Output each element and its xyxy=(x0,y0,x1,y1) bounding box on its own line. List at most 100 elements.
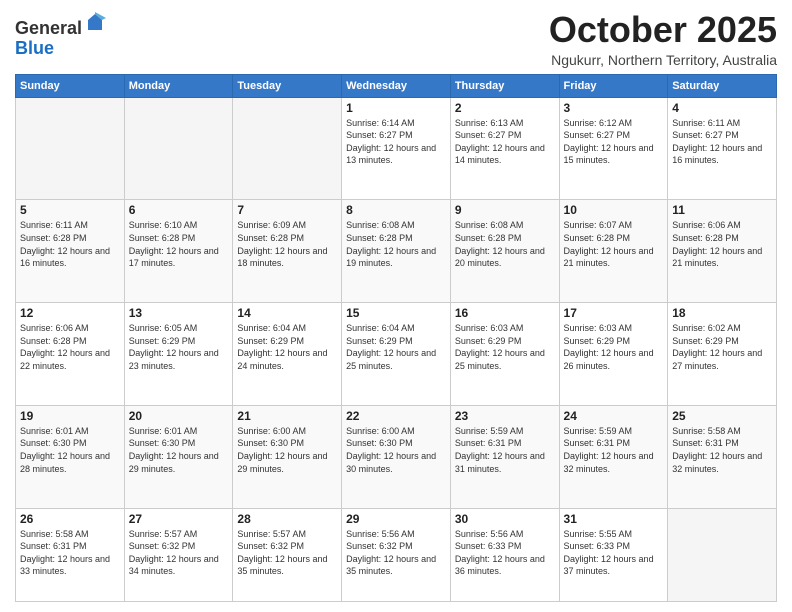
calendar-cell: 1 Sunrise: 6:14 AM Sunset: 6:27 PM Daylig… xyxy=(342,97,451,200)
weekday-header-thursday: Thursday xyxy=(450,74,559,97)
day-info: Sunrise: 6:07 AM Sunset: 6:28 PM Dayligh… xyxy=(564,219,664,269)
calendar-cell: 25Sunrise: 5:58 AM Sunset: 6:31 PM Dayli… xyxy=(668,405,777,508)
day-info: Sunrise: 5:55 AM Sunset: 6:33 PM Dayligh… xyxy=(564,528,664,578)
calendar-cell: 20 Sunrise: 6:01 AM Sunset: 6:30 PM Dayli… xyxy=(124,405,233,508)
day-info: Sunrise: 6:06 AM Sunset: 6:28 PM Dayligh… xyxy=(20,322,120,372)
day-number: 15 xyxy=(346,306,446,320)
day-number: 19 xyxy=(20,409,120,423)
day-info: Sunrise: 6:05 AM Sunset: 6:29 PM Dayligh… xyxy=(129,322,229,372)
day-number: 18 xyxy=(672,306,772,320)
day-number: 2 xyxy=(455,101,555,115)
weekday-header-tuesday: Tuesday xyxy=(233,74,342,97)
calendar-cell: 12 Sunrise: 6:06 AM Sunset: 6:28 PM Dayli… xyxy=(16,303,125,406)
day-number: 31 xyxy=(564,512,664,526)
day-info: Sunrise: 5:58 AM Sunset: 6:31 PM Dayligh… xyxy=(20,528,120,578)
day-info: Sunrise: 5:56 AM Sunset: 6:32 PM Dayligh… xyxy=(346,528,446,578)
calendar-cell: 6 Sunrise: 6:10 AM Sunset: 6:28 PM Daylig… xyxy=(124,200,233,303)
calendar-cell: 30 Sunrise: 5:56 AM Sunset: 6:33 PM Dayli… xyxy=(450,508,559,601)
month-title: October 2025 xyxy=(549,10,777,50)
logo: General Blue xyxy=(15,14,106,59)
day-info: Sunrise: 6:14 AM Sunset: 6:27 PM Dayligh… xyxy=(346,117,446,167)
day-number: 14 xyxy=(237,306,337,320)
day-number: 24 xyxy=(564,409,664,423)
location: Ngukurr, Northern Territory, Australia xyxy=(549,52,777,68)
day-info: Sunrise: 5:57 AM Sunset: 6:32 PM Dayligh… xyxy=(129,528,229,578)
day-info: Sunrise: 5:56 AM Sunset: 6:33 PM Dayligh… xyxy=(455,528,555,578)
calendar-cell xyxy=(233,97,342,200)
day-info: Sunrise: 6:11 AM Sunset: 6:28 PM Dayligh… xyxy=(20,219,120,269)
day-info: Sunrise: 6:11 AM Sunset: 6:27 PM Dayligh… xyxy=(672,117,772,167)
calendar-cell: 23Sunrise: 5:59 AM Sunset: 6:31 PM Dayli… xyxy=(450,405,559,508)
weekday-header-row: SundayMondayTuesdayWednesdayThursdayFrid… xyxy=(16,74,777,97)
day-number: 13 xyxy=(129,306,229,320)
calendar-week-3: 12 Sunrise: 6:06 AM Sunset: 6:28 PM Dayli… xyxy=(16,303,777,406)
logo-general-text: General xyxy=(15,18,82,38)
calendar-cell: 14Sunrise: 6:04 AM Sunset: 6:29 PM Dayli… xyxy=(233,303,342,406)
calendar-cell: 29 Sunrise: 5:56 AM Sunset: 6:32 PM Dayli… xyxy=(342,508,451,601)
day-info: Sunrise: 6:08 AM Sunset: 6:28 PM Dayligh… xyxy=(346,219,446,269)
day-number: 5 xyxy=(20,203,120,217)
page: General Blue October 2025 Ngukurr, North… xyxy=(0,0,792,612)
day-number: 27 xyxy=(129,512,229,526)
day-info: Sunrise: 6:06 AM Sunset: 6:28 PM Dayligh… xyxy=(672,219,772,269)
calendar-cell: 5 Sunrise: 6:11 AM Sunset: 6:28 PM Daylig… xyxy=(16,200,125,303)
calendar-cell: 4 Sunrise: 6:11 AM Sunset: 6:27 PM Daylig… xyxy=(668,97,777,200)
calendar-cell: 26 Sunrise: 5:58 AM Sunset: 6:31 PM Dayli… xyxy=(16,508,125,601)
day-number: 11 xyxy=(672,203,772,217)
logo-icon xyxy=(84,12,106,34)
day-info: Sunrise: 6:01 AM Sunset: 6:30 PM Dayligh… xyxy=(129,425,229,475)
calendar-cell: 13 Sunrise: 6:05 AM Sunset: 6:29 PM Dayli… xyxy=(124,303,233,406)
weekday-header-wednesday: Wednesday xyxy=(342,74,451,97)
day-info: Sunrise: 6:03 AM Sunset: 6:29 PM Dayligh… xyxy=(564,322,664,372)
day-number: 20 xyxy=(129,409,229,423)
day-info: Sunrise: 6:04 AM Sunset: 6:29 PM Dayligh… xyxy=(346,322,446,372)
header: General Blue October 2025 Ngukurr, North… xyxy=(15,10,777,68)
day-info: Sunrise: 6:09 AM Sunset: 6:28 PM Dayligh… xyxy=(237,219,337,269)
day-number: 7 xyxy=(237,203,337,217)
day-info: Sunrise: 6:12 AM Sunset: 6:27 PM Dayligh… xyxy=(564,117,664,167)
calendar-cell xyxy=(16,97,125,200)
logo-blue-text: Blue xyxy=(15,38,54,58)
day-number: 23 xyxy=(455,409,555,423)
day-number: 4 xyxy=(672,101,772,115)
day-number: 22 xyxy=(346,409,446,423)
calendar-cell: 21Sunrise: 6:00 AM Sunset: 6:30 PM Dayli… xyxy=(233,405,342,508)
day-info: Sunrise: 6:00 AM Sunset: 6:30 PM Dayligh… xyxy=(346,425,446,475)
day-info: Sunrise: 6:10 AM Sunset: 6:28 PM Dayligh… xyxy=(129,219,229,269)
calendar-cell: 17 Sunrise: 6:03 AM Sunset: 6:29 PM Dayli… xyxy=(559,303,668,406)
day-info: Sunrise: 6:08 AM Sunset: 6:28 PM Dayligh… xyxy=(455,219,555,269)
day-number: 26 xyxy=(20,512,120,526)
calendar-table: SundayMondayTuesdayWednesdayThursdayFrid… xyxy=(15,74,777,602)
day-info: Sunrise: 5:57 AM Sunset: 6:32 PM Dayligh… xyxy=(237,528,337,578)
calendar-cell: 3 Sunrise: 6:12 AM Sunset: 6:27 PM Daylig… xyxy=(559,97,668,200)
day-info: Sunrise: 5:59 AM Sunset: 6:31 PM Dayligh… xyxy=(564,425,664,475)
calendar-week-1: 1 Sunrise: 6:14 AM Sunset: 6:27 PM Daylig… xyxy=(16,97,777,200)
calendar-cell: 7 Sunrise: 6:09 AM Sunset: 6:28 PM Daylig… xyxy=(233,200,342,303)
calendar-cell: 10 Sunrise: 6:07 AM Sunset: 6:28 PM Dayli… xyxy=(559,200,668,303)
day-number: 30 xyxy=(455,512,555,526)
weekday-header-monday: Monday xyxy=(124,74,233,97)
day-number: 17 xyxy=(564,306,664,320)
title-section: October 2025 Ngukurr, Northern Territory… xyxy=(549,10,777,68)
day-number: 3 xyxy=(564,101,664,115)
day-info: Sunrise: 6:01 AM Sunset: 6:30 PM Dayligh… xyxy=(20,425,120,475)
calendar-cell: 27 Sunrise: 5:57 AM Sunset: 6:32 PM Dayli… xyxy=(124,508,233,601)
calendar-cell: 15 Sunrise: 6:04 AM Sunset: 6:29 PM Dayli… xyxy=(342,303,451,406)
day-number: 10 xyxy=(564,203,664,217)
day-info: Sunrise: 6:03 AM Sunset: 6:29 PM Dayligh… xyxy=(455,322,555,372)
calendar-cell xyxy=(124,97,233,200)
weekday-header-saturday: Saturday xyxy=(668,74,777,97)
day-number: 29 xyxy=(346,512,446,526)
day-number: 12 xyxy=(20,306,120,320)
calendar-cell: 31 Sunrise: 5:55 AM Sunset: 6:33 PM Dayli… xyxy=(559,508,668,601)
calendar-cell xyxy=(668,508,777,601)
day-info: Sunrise: 6:00 AM Sunset: 6:30 PM Dayligh… xyxy=(237,425,337,475)
day-number: 28 xyxy=(237,512,337,526)
calendar-cell: 19 Sunrise: 6:01 AM Sunset: 6:30 PM Dayli… xyxy=(16,405,125,508)
day-number: 25 xyxy=(672,409,772,423)
calendar-week-5: 26 Sunrise: 5:58 AM Sunset: 6:31 PM Dayli… xyxy=(16,508,777,601)
day-info: Sunrise: 6:13 AM Sunset: 6:27 PM Dayligh… xyxy=(455,117,555,167)
day-number: 6 xyxy=(129,203,229,217)
day-number: 1 xyxy=(346,101,446,115)
calendar-cell: 11 Sunrise: 6:06 AM Sunset: 6:28 PM Dayli… xyxy=(668,200,777,303)
